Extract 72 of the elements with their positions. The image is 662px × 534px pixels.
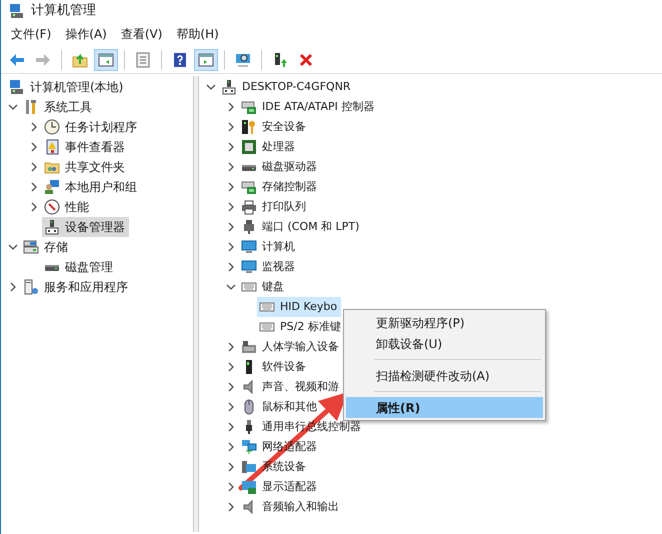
tree-item[interactable]: 鼠标和其他 [239,397,321,417]
tree-item[interactable]: 任务计划程序 [42,117,141,137]
controller-icon [241,99,257,115]
tree-item[interactable]: 键盘 [239,277,288,297]
tree-item[interactable]: 处理器 [239,137,299,157]
folder-up-icon [72,52,88,68]
tree-item[interactable]: 打印队列 [239,197,310,217]
help-icon [172,52,188,68]
tree-item[interactable]: 声音、视频和游 [239,377,343,397]
tree-item[interactable]: HID Keybo [257,297,342,317]
menu-item[interactable]: 查看(V) [114,23,168,45]
computer-icon [9,79,25,95]
tree-item[interactable]: 计算机管理(本地) [7,77,128,97]
printer-icon [241,199,257,215]
network-icon [241,439,257,455]
menu-item[interactable]: 操作(A) [59,23,113,45]
device-manager-icon [44,219,60,235]
close-icon [298,52,314,68]
tree-item[interactable]: 事件查看器 [42,137,129,157]
pane-icon [98,52,114,68]
properties-icon [135,52,151,68]
computer-icon [9,3,25,19]
people-icon [44,179,60,195]
forward-arrow-icon [35,52,51,68]
window-title: 计算机管理 [31,2,96,20]
monitor-icon [241,239,257,255]
tree-item[interactable]: 显示适配器 [239,477,321,497]
toolbar-button[interactable] [94,48,118,70]
menu-item[interactable]: 帮助(H) [170,23,225,45]
tree-item[interactable]: 设备管理器 [42,217,129,237]
menu-item[interactable]: 更新驱动程序(P) [346,312,543,333]
tree-item[interactable]: 计算机 [239,237,299,257]
tree-item[interactable]: 磁盘驱动器 [239,157,321,177]
tree-item[interactable]: 系统工具 [21,97,96,117]
tree-item[interactable]: 服务和应用程序 [21,277,132,297]
tree-item[interactable]: 性能 [42,197,93,217]
monitor-icon [241,259,257,275]
tree-item[interactable]: 软件设备 [239,357,310,377]
clock-icon [44,119,60,135]
tools-icon [23,99,39,115]
tree-item[interactable]: 人体学输入设备 [239,337,343,357]
server-icon [23,279,39,295]
menu-item[interactable]: 文件(F) [5,23,58,45]
chip-icon [241,139,257,155]
tree-item[interactable]: 存储控制器 [239,177,321,197]
tree-item[interactable]: 端口 (COM 和 LPT) [239,217,364,237]
menu-item[interactable]: 属性(R) [346,397,543,418]
tree-item[interactable]: 共享文件夹 [42,157,129,177]
device-manager-icon [221,79,237,95]
tree-item[interactable]: 音频输入和输出 [239,497,343,517]
tree-item[interactable]: 安全设备 [239,117,310,137]
tree-item[interactable]: 存储 [21,237,72,257]
key-icon [241,119,257,135]
menu-item[interactable]: 卸载设备(U) [346,333,543,354]
tree-item[interactable]: PS/2 标准键 [257,317,345,337]
toolbar-button[interactable] [194,48,218,70]
storage-icon [23,239,39,255]
tree-item[interactable]: 本地用户和组 [42,177,141,197]
tree-item[interactable]: 磁盘管理 [42,257,117,277]
system-icon [241,459,257,475]
controller-icon [241,179,257,195]
tree-item[interactable]: DESKTOP-C4GFQNR [219,77,355,97]
back-arrow-icon [9,52,25,68]
monitor-search-icon [235,52,251,68]
gauge-icon [44,199,60,215]
device-arrow-icon [272,52,288,68]
display-adapter-icon [241,479,257,495]
menu-item[interactable]: 扫描检测硬件改动(A) [346,365,543,386]
port-icon [241,219,257,235]
tree-item[interactable]: IDE ATA/ATAPI 控制器 [239,97,378,117]
pane-icon [198,52,214,68]
tree-item[interactable]: 监视器 [239,257,299,277]
